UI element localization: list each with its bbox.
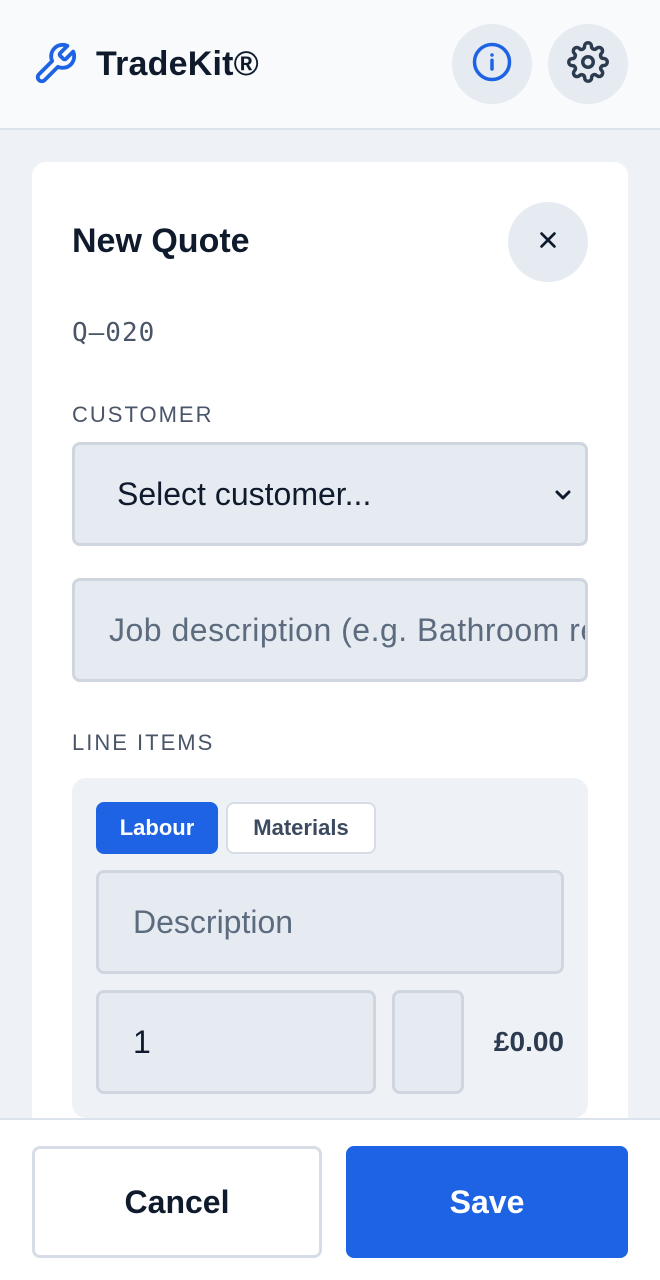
chevron-down-icon — [551, 483, 575, 512]
line-item-total: £0.00 — [493, 1026, 564, 1057]
app-title: TradeKit® — [96, 44, 259, 83]
settings-button[interactable] — [548, 24, 628, 104]
action-footer: Cancel Save — [0, 1118, 660, 1280]
app-header: TradeKit® — [0, 0, 660, 130]
save-button[interactable]: Save — [346, 1146, 628, 1258]
customer-select-value: Select customer... — [117, 475, 372, 512]
close-icon — [537, 229, 559, 256]
quote-number: Q–020 — [72, 318, 156, 348]
rate-input[interactable] — [392, 990, 464, 1094]
cancel-button[interactable]: Cancel — [32, 1146, 322, 1258]
gear-icon — [567, 40, 609, 88]
quantity-value: 1 — [133, 1023, 151, 1060]
line-item-description-placeholder: Description — [133, 903, 294, 940]
info-icon — [471, 41, 513, 88]
line-item-panel: Labour Materials Description 1 £0.00 — [72, 778, 588, 1118]
line-items-label: LINE ITEMS — [72, 730, 215, 755]
quantity-input[interactable]: 1 — [96, 990, 376, 1094]
new-quote-card: New Quote Q–020 CUSTOMER Select customer… — [32, 162, 628, 1162]
wrench-icon — [32, 40, 80, 88]
tab-materials[interactable]: Materials — [226, 802, 376, 854]
tab-labour[interactable]: Labour — [96, 802, 218, 854]
job-description-input[interactable]: Job description (e.g. Bathroom refit) — [72, 578, 588, 682]
line-item-description-input[interactable]: Description — [96, 870, 564, 974]
customer-select[interactable]: Select customer... — [72, 442, 588, 546]
job-description-placeholder: Job description (e.g. Bathroom refit) — [109, 611, 588, 648]
brand: TradeKit® — [32, 40, 259, 88]
close-button[interactable] — [508, 202, 588, 282]
info-button[interactable] — [452, 24, 532, 104]
customer-label: CUSTOMER — [72, 402, 214, 427]
page-title: New Quote — [72, 222, 250, 260]
